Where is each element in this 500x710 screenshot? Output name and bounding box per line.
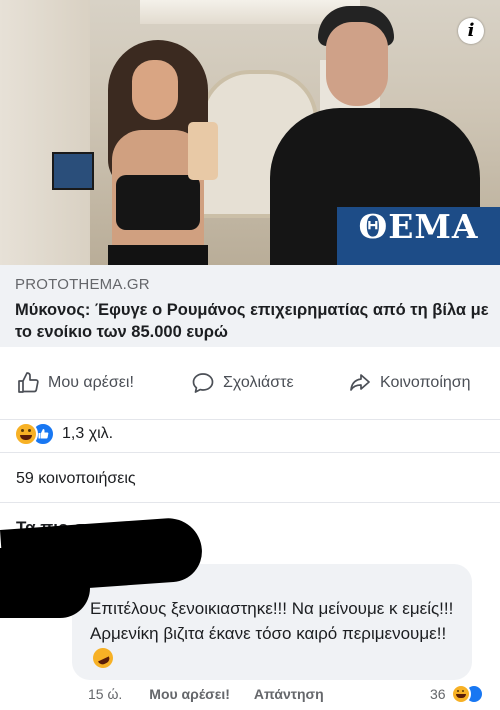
share-label: Κοινοποίηση <box>380 374 471 391</box>
share-arrow-icon <box>350 374 370 391</box>
photo-woman <box>98 40 228 265</box>
haha-icon <box>14 422 38 446</box>
share-count[interactable]: 59 κοινοποιήσεις <box>16 470 136 488</box>
comment-timestamp[interactable]: 15 ώ. <box>88 686 122 702</box>
background-tv <box>52 152 94 190</box>
link-title[interactable]: Μύκονος: Έφυγε ο Ρουμάνος επιχειρηματίας… <box>15 299 490 343</box>
like-label: Μου αρέσει! <box>48 374 134 391</box>
brand-logo: ΘΕΜΑ <box>337 207 500 265</box>
comment-reaction-count: 36 <box>430 686 446 702</box>
phone-in-photo <box>188 122 218 180</box>
haha-icon <box>450 684 471 704</box>
post-action-bar: Μου αρέσει! Σχολιάστε Κοινοποίηση <box>0 347 500 420</box>
comment-label: Σχολιάστε <box>223 374 294 391</box>
rofl-icon <box>89 644 117 672</box>
share-button[interactable]: Κοινοποίηση <box>348 369 471 397</box>
comment-icon <box>192 373 214 393</box>
brand-logo-text: ΘΕΜΑ <box>358 207 479 246</box>
info-icon[interactable]: i <box>458 18 484 44</box>
reaction-count: 1,3 χιλ. <box>62 425 114 442</box>
comment-text: Επιτέλους ξενοικιαστηκε!!! Να μείνουμε κ… <box>90 599 454 643</box>
comment-button[interactable]: Σχολιάστε <box>191 369 294 397</box>
background-wall <box>0 0 90 265</box>
link-preview-image[interactable]: i ΘΕΜΑ <box>0 0 500 265</box>
thumbs-up-icon <box>18 372 39 393</box>
comment-reply-button[interactable]: Απάντηση <box>254 686 324 702</box>
comment-text-block: Επιτέλους ξενοικιαστηκε!!! Να μείνουμε κ… <box>89 596 465 672</box>
divider <box>0 452 500 453</box>
link-domain: PROTOTHEMA.GR <box>15 276 150 293</box>
reaction-summary[interactable]: 1,3 χιλ. <box>14 422 113 446</box>
comment-reaction-summary[interactable]: 36 <box>430 684 484 704</box>
like-button[interactable]: Μου αρέσει! <box>16 369 134 397</box>
comment-meta: 15 ώ. Μου αρέσει! Απάντηση <box>88 686 324 702</box>
link-info-box[interactable]: PROTOTHEMA.GR Μύκονος: Έφυγε ο Ρουμάνος … <box>0 265 500 347</box>
redaction-scribble <box>0 548 90 618</box>
divider <box>0 502 500 503</box>
comment-like-button[interactable]: Μου αρέσει! <box>149 686 230 702</box>
